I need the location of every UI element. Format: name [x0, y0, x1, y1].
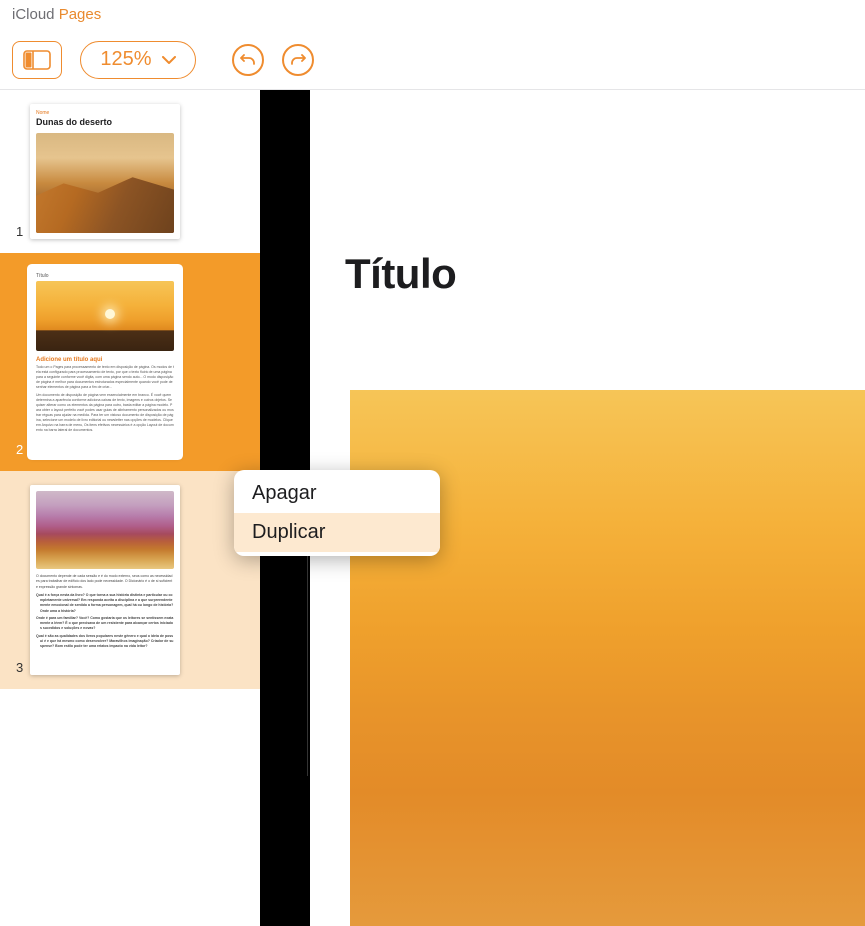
thumbnail-preview: Nome Dunas do deserto: [30, 104, 180, 239]
undo-button[interactable]: [232, 44, 264, 76]
view-options-button[interactable]: [12, 41, 62, 79]
redo-button[interactable]: [282, 44, 314, 76]
page-number: 3: [16, 660, 23, 675]
zoom-level-value: 125%: [100, 48, 151, 71]
undo-icon: [240, 52, 256, 68]
app-brand-icloud: iCloud: [12, 6, 55, 23]
page-title-heading[interactable]: Título: [345, 250, 456, 298]
thumb-kicker: Nome: [36, 110, 174, 116]
zoom-level-button[interactable]: 125%: [80, 41, 196, 79]
thumb-body-text: Todo um o Pages para processamento de te…: [36, 365, 174, 389]
page-number: 2: [16, 442, 23, 457]
thumb-body-text: O documento depende de cada sessão e é d…: [36, 574, 174, 649]
context-menu-duplicate[interactable]: Duplicar: [234, 513, 440, 552]
thumb-image: [36, 281, 174, 351]
thumb-image: [36, 491, 174, 569]
page-number: 1: [16, 224, 23, 239]
thumb-heading: Adicione um título aqui: [36, 357, 174, 363]
sidebar-layout-icon: [23, 50, 51, 70]
thumbnail-page-3[interactable]: O documento depende de cada sessão e é d…: [0, 471, 260, 689]
context-menu: Apagar Duplicar: [234, 470, 440, 556]
thumb-kicker: Título: [36, 273, 174, 279]
callout-line: [307, 556, 308, 776]
thumbnail-page-2[interactable]: Título Adicione um título aqui Todo um o…: [0, 253, 260, 471]
app-brand-pages: Pages: [59, 6, 102, 23]
thumb-body-text: Um documento de disposição de página vem…: [36, 393, 174, 432]
thumbnail-page-1[interactable]: Nome Dunas do deserto 1: [0, 90, 260, 253]
redo-icon: [290, 52, 306, 68]
title-bar: iCloud Pages: [0, 0, 865, 30]
context-menu-delete[interactable]: Apagar: [234, 474, 440, 513]
thumbnail-preview: O documento depende de cada sessão e é d…: [30, 485, 180, 675]
toolbar: 125%: [0, 30, 865, 90]
thumb-title: Dunas do deserto: [36, 117, 174, 127]
thumbnail-preview: Título Adicione um título aqui Todo um o…: [30, 267, 180, 457]
page-thumbnails-sidebar[interactable]: Nome Dunas do deserto 1 Título Adicione …: [0, 90, 260, 926]
thumb-image: [36, 133, 174, 233]
chevron-down-icon: [162, 56, 176, 64]
